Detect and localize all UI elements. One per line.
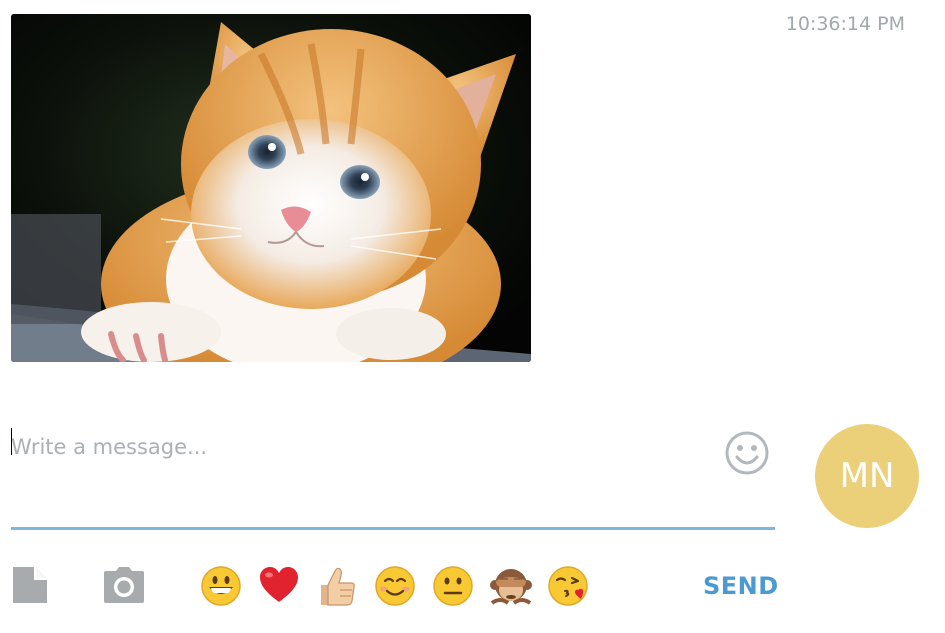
see-no-evil-monkey-icon [490, 569, 532, 605]
emoji-red-heart[interactable] [258, 565, 300, 607]
neutral-face-icon [433, 566, 473, 606]
file-icon [13, 567, 47, 603]
attach-photo-button[interactable] [102, 565, 146, 610]
kissing-heart-face-icon [548, 566, 588, 606]
message-image[interactable] [11, 14, 531, 362]
chat-window: 10:36:14 PM MN [0, 0, 945, 633]
emoji-neutral-face[interactable] [432, 565, 474, 607]
emoji-picker-button[interactable] [724, 430, 770, 476]
emoji-smiling-face[interactable] [374, 565, 416, 607]
smiley-outline-icon [725, 431, 769, 475]
thumbs-up-icon [321, 567, 355, 606]
emoji-see-no-evil-monkey[interactable] [490, 565, 532, 607]
red-heart-icon [260, 567, 298, 602]
text-caret [11, 428, 12, 455]
message-input[interactable] [11, 422, 711, 472]
emoji-kissing-heart-face[interactable] [548, 565, 590, 607]
smiling-face-icon [375, 566, 415, 606]
avatar-initials: MN [839, 456, 895, 496]
camera-icon [104, 567, 144, 603]
kitten-photo [11, 14, 531, 362]
emoji-thumbs-up[interactable] [316, 565, 358, 607]
input-underline [11, 527, 775, 530]
send-button[interactable]: SEND [703, 572, 779, 600]
attach-file-button[interactable] [11, 565, 49, 610]
emoji-grinning-face[interactable] [200, 565, 242, 607]
user-avatar[interactable]: MN [815, 424, 919, 528]
message-timestamp: 10:36:14 PM [785, 13, 905, 35]
grinning-face-icon [201, 566, 241, 606]
